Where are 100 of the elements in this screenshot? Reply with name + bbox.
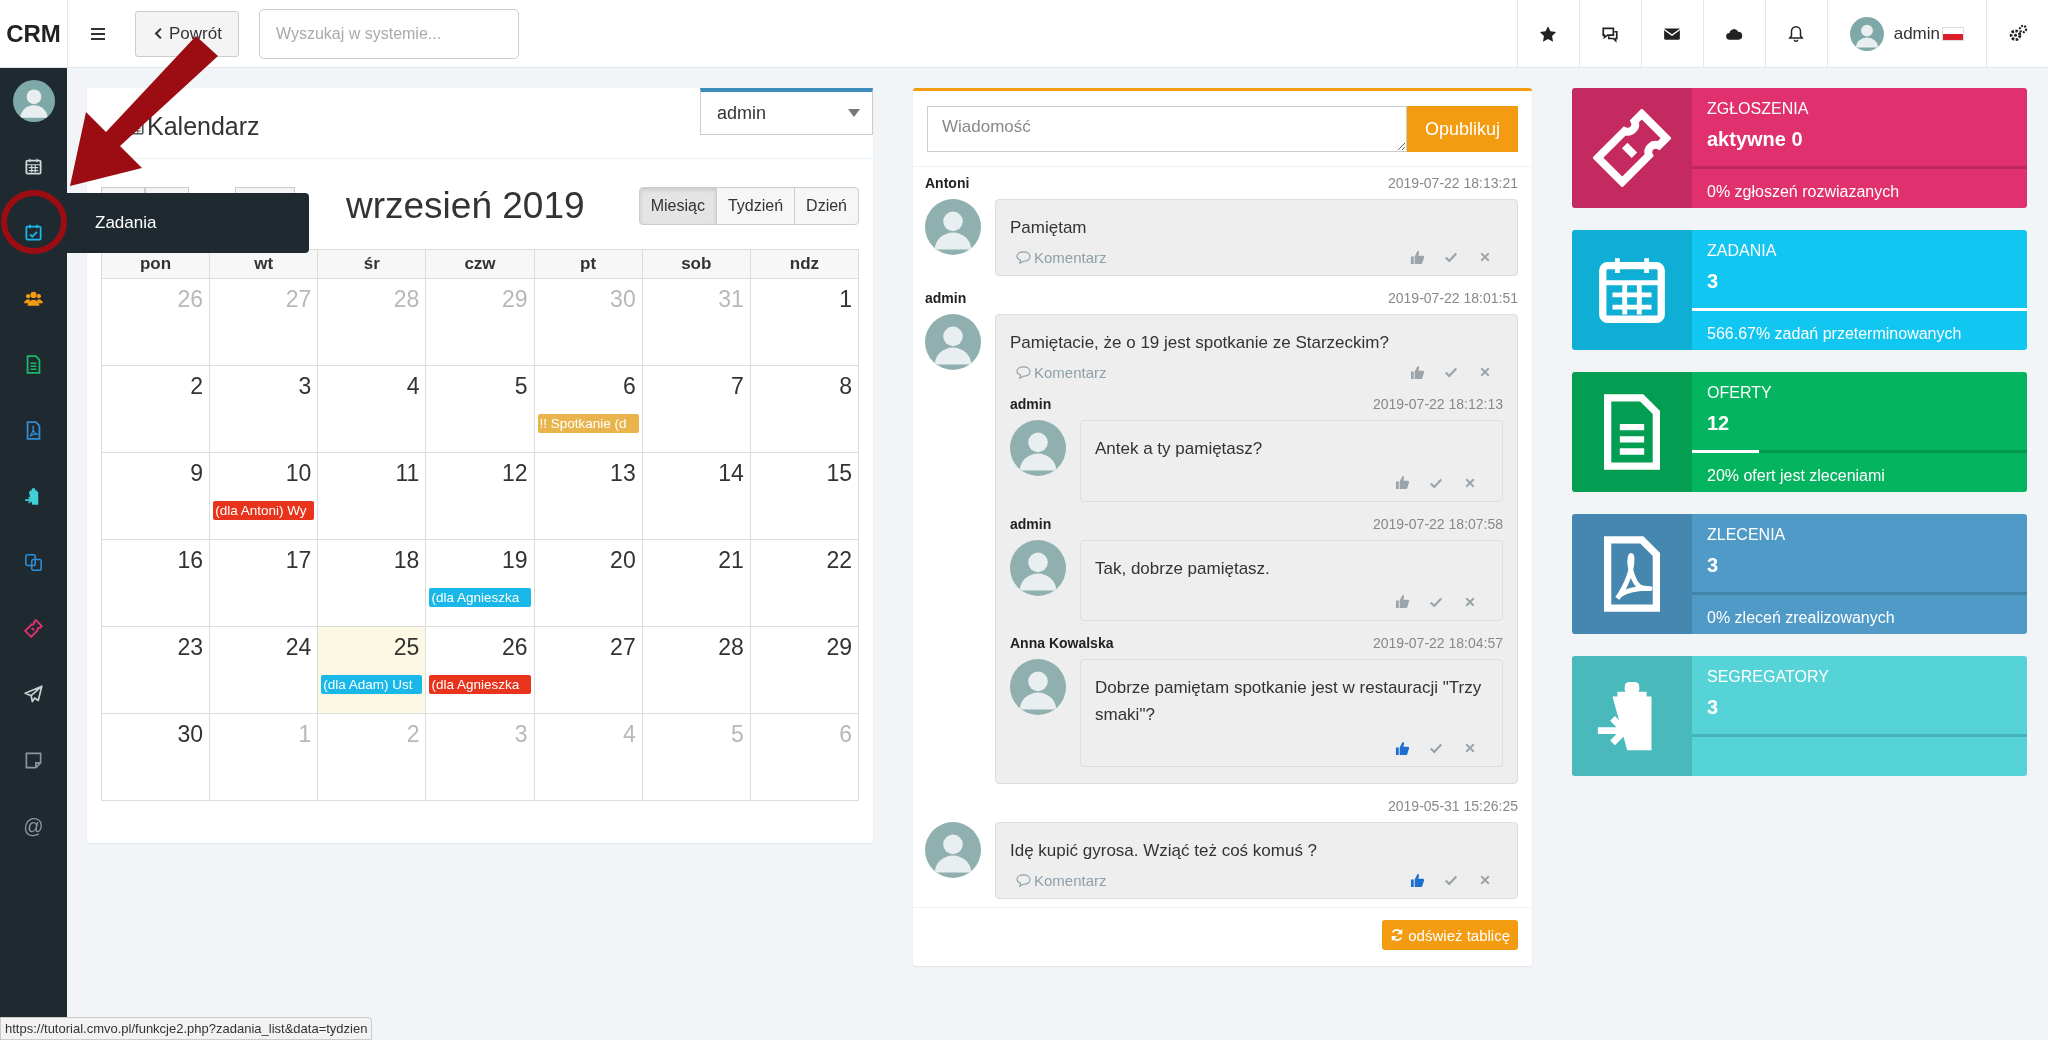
view-tab[interactable]: Dzień xyxy=(794,187,859,225)
day-number: 27 xyxy=(610,633,636,662)
avatar xyxy=(925,199,981,255)
day-cell[interactable]: 7 xyxy=(642,366,751,453)
author-name: admin xyxy=(1010,515,1052,532)
day-number: 31 xyxy=(718,285,744,314)
day-number: 1 xyxy=(298,720,312,749)
day-number: 4 xyxy=(406,372,420,401)
day-cell[interactable]: 1 xyxy=(750,279,859,366)
day-cell[interactable]: 23 xyxy=(102,627,211,714)
stat-description: 566.67% zadań przeterminowanych xyxy=(1707,325,1962,343)
day-number: 4 xyxy=(622,720,636,749)
view-tab[interactable]: Tydzień xyxy=(715,187,796,225)
weekday-header: sob xyxy=(642,250,751,279)
day-cell[interactable]: 9 xyxy=(102,453,211,540)
day-number: 9 xyxy=(190,459,204,488)
thumbs-up-icon xyxy=(1394,740,1410,756)
timestamp: 2019-07-22 18:07:58 xyxy=(1373,515,1503,532)
day-cell[interactable]: 20 xyxy=(534,540,643,627)
search-field[interactable]: Wyszukaj w systemie... xyxy=(258,8,519,59)
day-cell[interactable]: 5 xyxy=(426,366,535,453)
day-number: 17 xyxy=(285,546,312,575)
day-cell[interactable]: 21 xyxy=(642,540,751,627)
chevron-icon xyxy=(152,27,165,40)
back-button[interactable]: Powrót xyxy=(135,10,239,57)
day-number: 2 xyxy=(406,720,420,749)
thumbs-up-icon xyxy=(1409,872,1425,888)
day-cell[interactable]: 13 xyxy=(534,453,643,540)
day-cell[interactable]: 25 (dla Adam) Ust xyxy=(318,627,427,714)
day-cell[interactable]: 2 xyxy=(102,366,211,453)
day-cell[interactable]: 15 xyxy=(750,453,859,540)
day-number: 7 xyxy=(731,372,744,401)
day-number: 15 xyxy=(826,459,852,488)
user-select[interactable]: admin xyxy=(700,88,873,135)
thumbs-up-icon xyxy=(1394,475,1410,491)
tooltip: Zadania xyxy=(67,193,309,253)
day-cell[interactable]: 10 (dla Antoni) Wy xyxy=(210,453,319,540)
day-number: 30 xyxy=(177,720,204,749)
weekday-header: ndz xyxy=(750,250,859,279)
day-number: 13 xyxy=(610,459,636,488)
timestamp: 2019-07-22 18:04:57 xyxy=(1373,634,1503,651)
day-number: 10 xyxy=(285,459,312,488)
check-icon xyxy=(1444,365,1458,380)
day-cell[interactable]: 12 xyxy=(426,453,535,540)
sidebar-item[interactable]: @ xyxy=(0,796,67,856)
day-cell[interactable]: 4 xyxy=(318,366,427,453)
day-cell[interactable]: 27 xyxy=(534,627,643,714)
day-number: 27 xyxy=(285,285,312,314)
check-icon xyxy=(1444,873,1458,888)
thumbs-up-icon xyxy=(1409,364,1425,380)
calendar-event[interactable]: (dla Antoni) Wy xyxy=(213,501,315,520)
view-tab[interactable]: Miesiąc xyxy=(638,187,717,225)
status-url: https://tutorial.cmvo.pl/funkcje2.php?zadania_list&data=tydzien xyxy=(0,1017,373,1040)
day-cell[interactable]: 3 xyxy=(210,366,319,453)
stat-description: 0% zleceń zrealizowanych xyxy=(1707,609,1895,627)
stat-value: 3 xyxy=(1707,270,1719,294)
flag-icon xyxy=(1942,26,1964,41)
author-name: Anna Kowalska xyxy=(1010,634,1114,651)
day-cell[interactable]: 28 xyxy=(642,627,751,714)
day-number: 5 xyxy=(731,720,744,749)
day-cell[interactable]: 30 xyxy=(102,714,211,801)
day-number: 26 xyxy=(177,285,204,314)
day-number: 11 xyxy=(395,459,420,488)
day-cell[interactable]: 16 xyxy=(102,540,211,627)
day-cell[interactable]: 11 xyxy=(318,453,427,540)
day-cell[interactable]: 8 xyxy=(750,366,859,453)
day-cell[interactable]: 19 (dla Agnieszka xyxy=(426,540,535,627)
thumbs-up-icon xyxy=(1394,594,1410,610)
day-number: 29 xyxy=(501,285,528,314)
day-cell[interactable]: 22 xyxy=(750,540,859,627)
day-cell[interactable]: 29 xyxy=(750,627,859,714)
close-icon xyxy=(1479,251,1491,264)
close-icon xyxy=(1464,595,1476,608)
avatar xyxy=(12,80,55,122)
calendar-event[interactable]: (dla Agnieszka xyxy=(429,675,531,694)
day-number: 16 xyxy=(177,546,204,575)
day-cell[interactable]: 14 xyxy=(642,453,751,540)
day-number: 29 xyxy=(826,633,852,662)
day-cell[interactable]: 26 (dla Agnieszka xyxy=(426,627,535,714)
stat-title: ZLECENIA xyxy=(1707,526,1786,544)
stat-card[interactable]: ZGŁOSZENIA aktywne 0 0% zgłoszeń rozwiazanych xyxy=(1572,88,2027,208)
day-number: 1 xyxy=(839,285,852,314)
weekday-header: pt xyxy=(534,250,643,279)
message-text: Tak, dobrze pamiętasz. xyxy=(1095,557,1271,580)
at-icon: @ xyxy=(23,814,44,838)
thumbs-up-icon xyxy=(1409,249,1425,265)
day-number: 24 xyxy=(285,633,312,662)
close-icon xyxy=(1479,366,1491,379)
menu-icon xyxy=(89,25,106,42)
stat-value: 3 xyxy=(1707,554,1719,578)
day-number: 5 xyxy=(514,372,528,401)
day-cell[interactable]: 17 xyxy=(210,540,319,627)
message-text: Pamiętam xyxy=(1010,217,1088,239)
author-name: admin xyxy=(925,290,967,307)
timestamp: 2019-05-31 15:26:25 xyxy=(1388,798,1518,815)
day-number: 6 xyxy=(839,720,852,749)
star-icon xyxy=(1539,24,1558,43)
ticket-icon xyxy=(1593,109,1671,187)
day-cell[interactable]: 6 !! Spotkanie (d xyxy=(534,366,643,453)
message-field[interactable]: Wiadomość xyxy=(927,106,1407,152)
